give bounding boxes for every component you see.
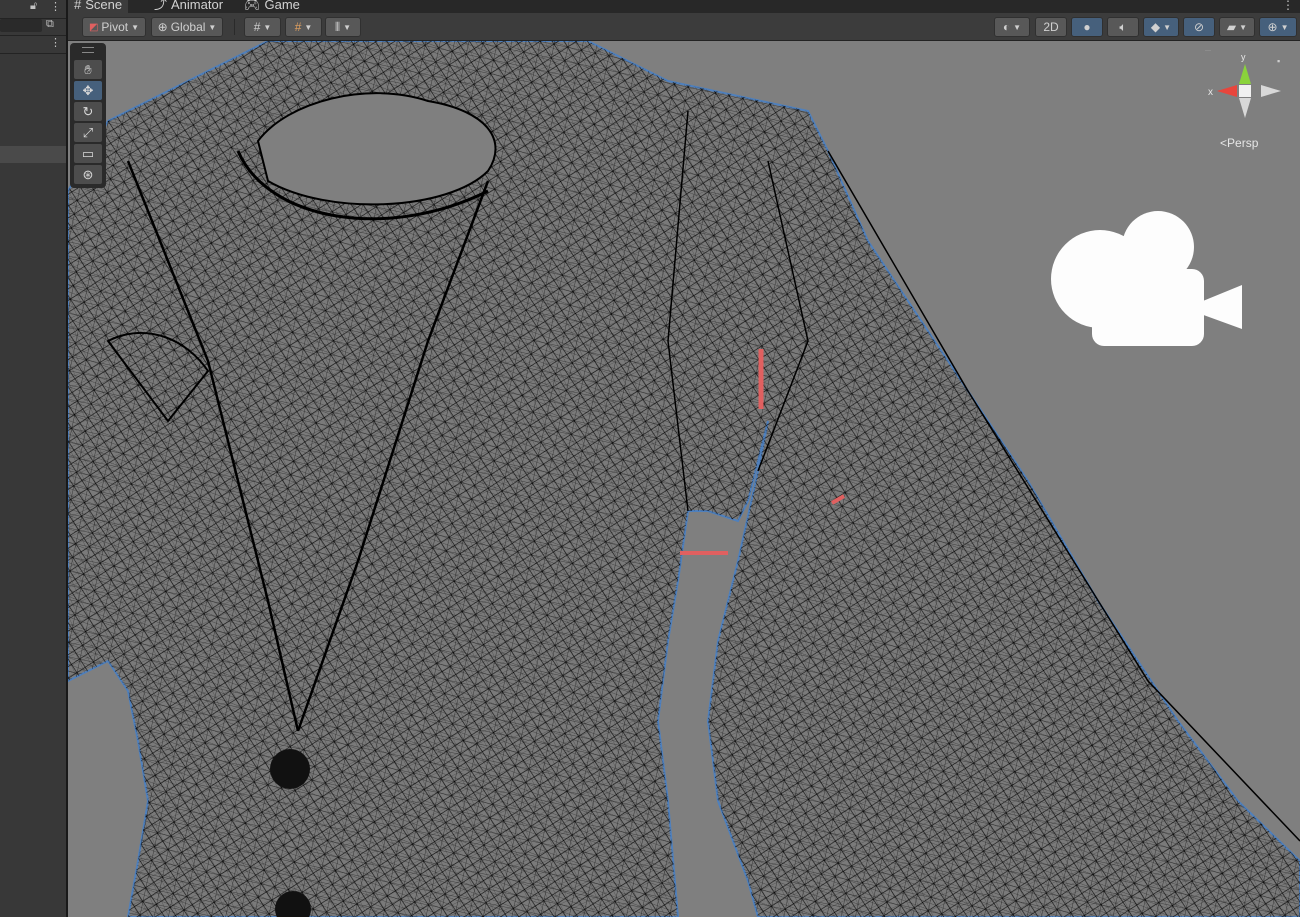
search-options-icon[interactable]: ⧉ [46,18,54,31]
axis-neg-x-arrow[interactable] [1261,85,1281,97]
gizmos-dropdown[interactable]: ⊕ ▼ [1259,17,1297,37]
rect-transform-icon: ▭ [81,145,95,161]
audio-muted-icon: 🔈︎ [1119,19,1127,34]
camera-gizmo-icon[interactable] [1051,211,1242,346]
grid-snap-icon: # [253,20,261,34]
chevron-down-icon: ▼ [131,22,140,32]
jacket-button [270,749,310,789]
chevron-down-icon: ▼ [1013,22,1022,32]
lighting-toggle[interactable]: ● [1071,17,1103,37]
shading-mode-icon: ◐ [1002,20,1011,34]
grid-icon: # [74,0,82,12]
gizmo-icon: ⊕ [1267,20,1278,34]
effects-dropdown[interactable]: ◆ ▼ [1143,17,1179,37]
gamepad-icon: 🎮︎ [244,0,261,12]
toolbar-divider [234,19,235,35]
chevron-down-icon: ▼ [304,22,313,32]
animator-icon: ⤴ [154,0,168,12]
more-options-icon[interactable]: ⋮ [50,0,61,13]
hierarchy-search-row: ⧉ [0,17,66,36]
axis-y-arrow[interactable] [1239,64,1251,84]
tab-scene[interactable]: # Scene [68,0,129,13]
increment-snap-toggle[interactable]: # ▼ [285,17,322,37]
more-options-icon[interactable]: ⋮ [50,36,61,49]
mode-2d-label: 2D [1043,20,1059,34]
draw-mode-dropdown[interactable]: ◐ ▼ [994,17,1030,37]
wireframe-mesh [68,41,1300,917]
more-options-icon[interactable]: ⋮ [1282,0,1294,12]
move-icon: ✥ [82,82,94,98]
hand-icon: ✋︎ [84,61,92,77]
axis-neg-y-arrow[interactable] [1239,98,1251,118]
pivot-dropdown[interactable]: ◩ Pivot ▼ [82,17,146,37]
hierarchy-selected-item[interactable] [0,146,66,163]
move-tool-button[interactable]: ✥ [74,81,102,100]
chevron-down-icon: ▼ [343,22,352,32]
scene-visibility-toggle[interactable]: ⊘ [1183,17,1215,37]
global-label: Global [170,20,206,34]
lock-icon[interactable]: 🔓︎ [30,0,37,13]
hierarchy-toolbar-row: ⋮ [0,35,66,54]
eye-hidden-icon: ⊘ [1193,20,1205,34]
globe-icon: ⊕ [157,20,168,34]
grid-visibility-icon: ⦀ [334,19,341,34]
tab-label: Scene [85,0,123,12]
scale-icon: ⤢ [82,124,94,140]
chevron-left-icon: < [1220,136,1228,150]
rotate-tool-button[interactable]: ↻ [74,102,102,121]
lightbulb-icon: ● [1083,20,1091,34]
tab-animator[interactable]: ⤴ Animator [154,0,223,13]
panel-drag-handle[interactable] [82,47,94,53]
projection-label[interactable]: <Persp [1220,136,1258,150]
axis-x-label: x [1208,87,1213,98]
lock-icon[interactable]: ▪ [1277,56,1280,66]
layers-icon: ◆ [1150,20,1161,34]
increment-snap-icon: # [294,20,302,34]
hand-tool-button[interactable]: ✋︎ [74,60,102,79]
chevron-down-icon: ▼ [1239,22,1248,32]
axis-x-arrow[interactable] [1217,85,1237,97]
gizmo-center-cube[interactable] [1239,85,1251,97]
rotate-icon: ↻ [82,103,94,119]
grid-visibility-toggle[interactable]: ⦀ ▼ [325,17,361,37]
tab-bar: # Scene ⤴ Animator 🎮︎ Game ⋮ [68,0,1300,13]
global-dropdown[interactable]: ⊕ Global ▼ [151,17,223,37]
scene-viewport[interactable] [68,41,1300,917]
transform-tool-button[interactable]: ⊛ [74,165,102,184]
tab-game[interactable]: 🎮︎ Game [244,0,300,13]
chevron-down-icon: ▼ [263,22,272,32]
projection-mode-text: Persp [1227,136,1259,150]
pivot-icon: ◩ [88,21,99,33]
camera-icon: ▰ [1226,20,1237,34]
tab-label: Animator [171,0,224,12]
transform-icon: ⊛ [82,166,94,182]
camera-dropdown[interactable]: ▰ ▼ [1219,17,1255,37]
audio-toggle[interactable]: 🔈︎ [1107,17,1139,37]
axis-y-label: y [1241,52,1246,62]
toggle-2d-button[interactable]: 2D [1035,17,1067,37]
search-field[interactable] [0,19,42,32]
chevron-down-icon: ▼ [208,22,217,32]
chevron-down-icon: ▼ [1280,22,1289,32]
tab-label: Game [264,0,300,12]
scene-toolbar: ◩ Pivot ▼ ⊕ Global ▼ # ▼ # ▼ ⦀ ▼ ◐ ▼ 2D … [68,13,1300,41]
rect-tool-button[interactable]: ▭ [74,144,102,163]
pivot-label: Pivot [101,20,129,34]
tool-overlay-panel: ✋︎ ✥ ↻ ⤢ ▭ ⊛ [70,43,106,188]
scale-tool-button[interactable]: ⤢ [74,123,102,142]
chevron-down-icon: ▼ [1163,22,1172,32]
hierarchy-panel: 🔓︎ ⋮ ⧉ ⋮ [0,0,68,917]
grid-snap-toggle[interactable]: # ▼ [244,17,281,37]
